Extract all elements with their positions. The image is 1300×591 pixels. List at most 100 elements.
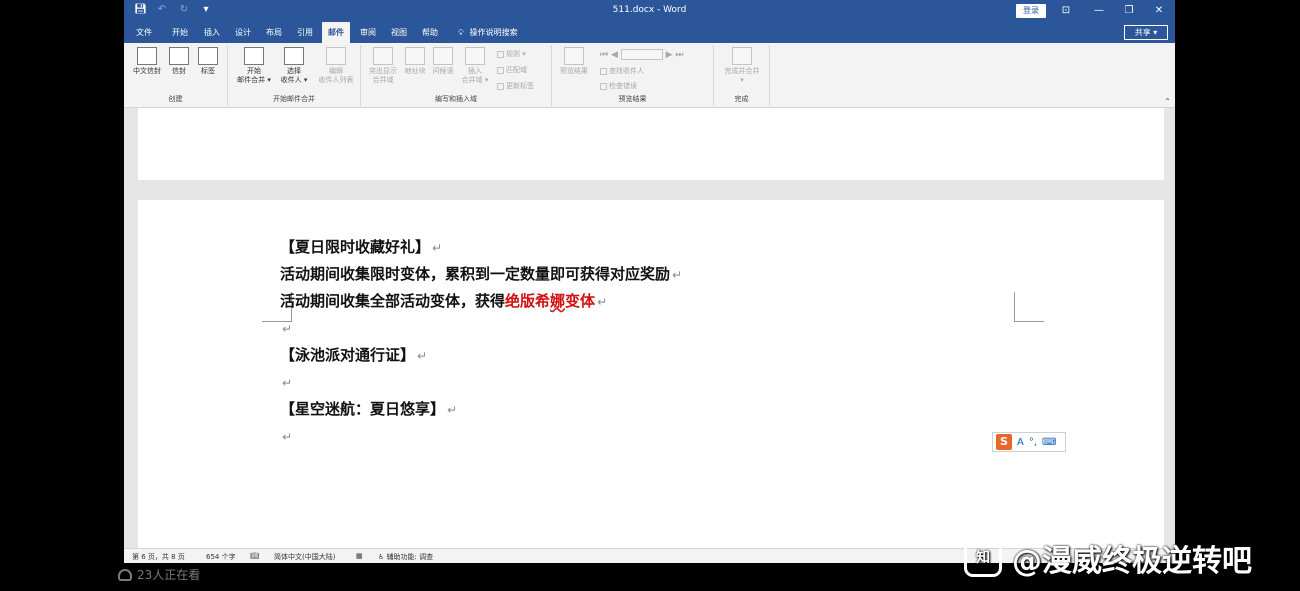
lightbulb-icon: 💡︎ — [458, 28, 464, 37]
login-button[interactable]: 登录 — [1016, 4, 1046, 18]
ime-toolbar[interactable]: S A °, ⌨ — [992, 432, 1066, 452]
restore-button[interactable]: ❐ — [1114, 2, 1144, 20]
highlight-icon — [373, 47, 393, 65]
group-label: 完成 — [734, 95, 749, 103]
mailings-ribbon: 中文信封 信封 标签 创建 开始 邮件合并 ▾ 选择 收件人 ▾ 编辑 收件人列… — [124, 43, 1175, 108]
minimize-button[interactable]: — — [1084, 2, 1114, 20]
rules-button[interactable]: 规则 ▾ — [497, 49, 526, 59]
tab-mailings[interactable]: 邮件 — [322, 22, 350, 43]
address-block-button[interactable]: 地址块 — [401, 47, 429, 76]
highlighted-text: 绝版希 — [505, 292, 551, 310]
viewers-icon — [118, 568, 132, 581]
title-bar: 💾︎ ↶ ↻ ▾ 511.docx - Word 登录 ⊡ — ❐ ✕ — [124, 0, 1175, 22]
accessibility-icon: ♿︎ — [378, 553, 387, 561]
match-fields-button[interactable]: 匹配域 — [497, 65, 527, 75]
accessibility-status[interactable]: ♿︎ 辅助功能: 调查 — [378, 552, 433, 562]
ribbon-group-finish: 完成并合并 ▾ 完成 — [714, 45, 770, 106]
paragraph[interactable]: 【星空迷航：夏日悠享】 ↵ — [280, 396, 682, 423]
tab-layout[interactable]: 布局 — [260, 22, 288, 43]
tell-me-label: 操作说明搜索 — [469, 28, 518, 37]
tab-insert[interactable]: 插入 — [198, 22, 226, 43]
ribbon-display-options-icon[interactable]: ⊡ — [1051, 2, 1081, 20]
tab-home[interactable]: 开始 — [166, 22, 194, 43]
paragraph[interactable]: 【泳池派对通行证】 ↵ — [280, 342, 682, 369]
tab-references[interactable]: 引用 — [291, 22, 319, 43]
start-mail-merge-button[interactable]: 开始 邮件合并 ▾ — [232, 47, 276, 85]
paragraph[interactable]: 【夏日限时收藏好礼】 ↵ — [280, 234, 682, 261]
group-label: 开始邮件合并 — [273, 95, 315, 103]
paragraph-mark: ↵ — [417, 349, 428, 363]
share-button[interactable]: 共享 ▾ — [1124, 25, 1168, 40]
envelope-icon — [169, 47, 189, 65]
rules-icon — [497, 50, 504, 58]
macro-icon[interactable]: ▦ — [356, 552, 363, 560]
greeting-icon — [433, 47, 453, 65]
preview-results-button[interactable]: 预览结果 — [556, 47, 592, 76]
tab-file[interactable]: 文件 — [130, 22, 158, 43]
labels-button[interactable]: 标签 — [196, 47, 220, 76]
update-labels-icon — [497, 82, 504, 90]
ribbon-group-write-insert-fields: 突出显示 合并域 地址块 问候语 插入 合并域 ▾ 规则 ▾ 匹配域 更新标签 … — [361, 45, 552, 106]
find-icon — [600, 67, 607, 75]
check-errors-button[interactable]: 检查错误 — [600, 81, 637, 91]
ribbon-tab-bar: 文件 开始 插入 设计 布局 引用 邮件 审阅 视图 帮助 💡︎ 操作说明搜索 … — [124, 22, 1175, 43]
crop-mark-right — [1014, 292, 1044, 322]
highlight-merge-fields-button[interactable]: 突出显示 合并域 — [365, 47, 401, 85]
ime-mode-icon[interactable]: A — [1017, 437, 1024, 448]
page-count[interactable]: 第 6 页，共 8 页 — [132, 552, 185, 562]
document-canvas[interactable]: 【夏日限时收藏好礼】 ↵ 活动期间收集限时变体，累积到一定数量即可获得对应奖励 ↵ … — [124, 108, 1175, 548]
language-indicator[interactable]: 简体中文(中国大陆) — [274, 552, 335, 562]
live-viewer-count: 23人正在看 — [118, 566, 200, 583]
proofing-icon[interactable]: 📖︎ — [250, 552, 259, 560]
check-icon — [600, 82, 607, 90]
group-label: 编写和插入域 — [435, 95, 477, 103]
chinese-envelopes-button[interactable]: 中文信封 — [130, 47, 164, 76]
tab-help[interactable]: 帮助 — [416, 22, 444, 43]
tell-me-search[interactable]: 💡︎ 操作说明搜索 — [458, 22, 518, 43]
paragraph-mark: ↵ — [447, 403, 458, 417]
sogou-ime-logo-icon[interactable]: S — [996, 434, 1012, 450]
ribbon-group-create: 中文信封 信封 标签 创建 — [124, 45, 228, 106]
paragraph-mark: ↵ — [282, 376, 293, 390]
tab-design[interactable]: 设计 — [229, 22, 257, 43]
envelopes-button[interactable]: 信封 — [166, 47, 192, 76]
recipients-icon — [284, 47, 304, 65]
empty-paragraph[interactable]: ↵ — [280, 369, 682, 396]
close-button[interactable]: ✕ — [1144, 2, 1174, 20]
screen: 💾︎ ↶ ↻ ▾ 511.docx - Word 登录 ⊡ — ❐ ✕ 文件 开… — [0, 0, 1300, 591]
tab-view[interactable]: 视图 — [385, 22, 413, 43]
empty-paragraph[interactable]: ↵ — [280, 315, 682, 342]
record-navigation[interactable]: ⏮ ◀ ▶ ⏭ — [600, 49, 684, 60]
finish-merge-icon — [732, 47, 752, 65]
find-recipient-button[interactable]: 查找收件人 — [600, 66, 644, 76]
ime-keyboard-icon[interactable]: ⌨ — [1042, 437, 1056, 448]
insert-merge-field-button[interactable]: 插入 合并域 ▾ — [457, 47, 493, 85]
paragraph-mark: ↵ — [282, 322, 293, 336]
paragraph[interactable]: 活动期间收集全部活动变体，获得绝版希娜变体 ↵ — [280, 288, 682, 315]
tab-review[interactable]: 审阅 — [354, 22, 382, 43]
address-block-icon — [405, 47, 425, 65]
paragraph[interactable]: 活动期间收集限时变体，累积到一定数量即可获得对应奖励 ↵ — [280, 261, 682, 288]
paragraph-mark: ↵ — [672, 268, 683, 282]
finish-merge-button[interactable]: 完成并合并 ▾ — [718, 47, 766, 85]
paragraph-mark: ↵ — [282, 430, 293, 444]
word-window: 💾︎ ↶ ↻ ▾ 511.docx - Word 登录 ⊡ — ❐ ✕ 文件 开… — [124, 0, 1175, 563]
watermark-text: @漫威终极逆转吧 — [1012, 544, 1252, 579]
previous-page — [138, 108, 1164, 180]
edit-recipient-list-button[interactable]: 编辑 收件人列表 — [314, 47, 358, 85]
paragraph-mark: ↵ — [432, 241, 443, 255]
collapse-ribbon-icon[interactable]: ⌃ — [1164, 97, 1171, 106]
zhihu-logo-icon: 知 — [964, 539, 1002, 577]
select-recipients-button[interactable]: 选择 收件人 ▾ — [274, 47, 314, 85]
record-number-input[interactable] — [620, 49, 663, 60]
document-body[interactable]: 【夏日限时收藏好礼】 ↵ 活动期间收集限时变体，累积到一定数量即可获得对应奖励 ↵ … — [280, 234, 682, 450]
word-count[interactable]: 654 个字 — [206, 552, 236, 562]
highlighted-text: 变体 — [565, 292, 596, 310]
update-labels-button[interactable]: 更新标签 — [497, 81, 534, 91]
spellcheck-flagged-text: 娜 — [550, 292, 566, 310]
empty-paragraph[interactable]: ↵ — [280, 423, 682, 450]
document-icon — [244, 47, 264, 65]
group-label: 创建 — [168, 95, 183, 103]
ime-punctuation-icon[interactable]: °, — [1029, 437, 1037, 448]
greeting-line-button[interactable]: 问候语 — [429, 47, 457, 76]
